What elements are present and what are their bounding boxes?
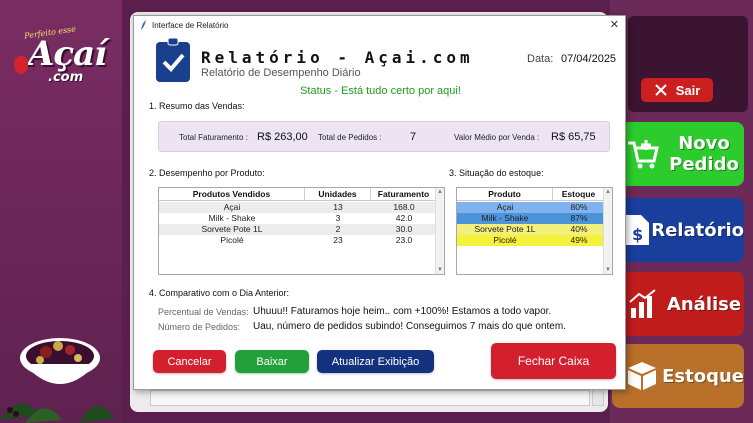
download-button[interactable]: Baixar	[235, 350, 309, 373]
column-header[interactable]: Unidades	[305, 188, 371, 200]
table-cell: 87%	[570, 213, 588, 223]
document-dollar-icon: $	[622, 209, 651, 251]
table-row[interactable]: Picolé 49%	[457, 235, 605, 246]
scroll-down-icon[interactable]: ▼	[437, 267, 443, 273]
strawberry-icon	[14, 56, 28, 74]
table-cell: Açai	[496, 202, 514, 212]
window-title: Interface de Relatório	[152, 20, 229, 30]
feather-icon	[141, 20, 146, 30]
table-scrollbar[interactable]: ▲ ▼	[603, 188, 612, 274]
table-row[interactable]: Sorvete Pote 1L 40%	[457, 224, 605, 235]
clipboard-check-icon	[156, 38, 190, 82]
column-header[interactable]: Estoque	[553, 188, 605, 200]
relatorio-button[interactable]: $ Relatório	[612, 198, 744, 262]
table-cell: Milk - Shake	[481, 213, 529, 223]
table-row[interactable]: Picolé 23 23.0	[159, 235, 437, 246]
novo-pedido-label: Novo Pedido	[669, 133, 739, 175]
table-cell: 3	[335, 213, 341, 223]
boxes-icon	[622, 355, 662, 397]
table-cell: Sorvete Pote 1L	[474, 224, 536, 234]
total-pedidos-label: Total de Pedidos :	[318, 133, 382, 142]
total-pedidos-value: 7	[410, 131, 417, 143]
refresh-view-button[interactable]: Atualizar Exibição	[317, 350, 434, 373]
percentual-vendas-text: Uhuuu!! Faturamos hoje heim.. com +100%!…	[253, 306, 552, 317]
table-row[interactable]: Sorvete Pote 1L 2 30.0	[159, 224, 437, 235]
total-faturamento-label: Total Faturamento :	[179, 133, 248, 142]
close-register-button[interactable]: Fechar Caixa	[491, 343, 616, 379]
column-header[interactable]: Faturamento	[371, 188, 437, 200]
product-performance-table[interactable]: Produtos Vendidos Unidades Faturamento A…	[158, 187, 445, 275]
bar-chart-icon	[622, 283, 664, 325]
table-cell: 23.0	[395, 235, 413, 245]
table-cell: 40%	[570, 224, 588, 234]
total-faturamento-value: R$ 263,00	[257, 131, 308, 143]
table-header: Produtos Vendidos Unidades Faturamento	[159, 188, 437, 201]
table-cell: 168.0	[393, 202, 415, 212]
brand-logo: Perfeito esse Açaí .com	[14, 24, 114, 88]
table-cell: 80%	[570, 202, 588, 212]
brand-name: Açaí	[28, 34, 107, 74]
novo-pedido-button[interactable]: Novo Pedido	[612, 122, 744, 186]
estoque-label: Estoque	[662, 365, 744, 387]
table-cell: Açai	[223, 202, 241, 212]
table-row[interactable]: Açai 13 168.0	[159, 202, 437, 213]
brand-suffix: .com	[48, 70, 84, 85]
window-close-icon[interactable]: ✕	[610, 18, 619, 31]
report-dialog: Interface de Relatório ✕ Relatório - Aça…	[133, 15, 626, 390]
percentual-vendas-label: Percentual de Vendas:	[158, 307, 249, 317]
valor-medio-label: Valor Médio por Venda :	[454, 133, 540, 142]
section-resumo-heading: 1. Resumo das Vendas:	[149, 101, 245, 111]
table-row[interactable]: Milk - Shake 87%	[457, 213, 605, 224]
table-cell: 23	[333, 235, 343, 245]
table-cell: Milk - Shake	[208, 213, 256, 223]
report-title: Relatório - Açai.com	[201, 48, 474, 67]
left-brand-panel: Perfeito esse Açaí .com	[0, 0, 122, 423]
report-subtitle: Relatório de Desempenho Diário	[201, 67, 361, 79]
estoque-button[interactable]: Estoque	[612, 344, 744, 408]
table-cell: Picolé	[493, 235, 517, 245]
sales-summary-panel: Total Faturamento : R$ 263,00 Total de P…	[158, 121, 610, 152]
background-list	[150, 390, 590, 406]
cancel-button[interactable]: Cancelar	[153, 350, 226, 373]
numero-pedidos-label: Número de Pedidos:	[158, 322, 241, 332]
svg-text:$: $	[632, 225, 643, 244]
scroll-down-icon[interactable]: ▼	[605, 267, 611, 273]
leaves-decoration	[0, 403, 115, 423]
table-cell: 30.0	[395, 224, 413, 234]
date-label: Data:	[527, 53, 554, 65]
scroll-up-icon[interactable]: ▲	[605, 189, 611, 195]
sair-label: Sair	[675, 82, 701, 98]
date-value: 07/04/2025	[561, 53, 617, 65]
analise-button[interactable]: Análise	[612, 272, 744, 336]
analise-label: Análise	[666, 293, 742, 315]
table-cell: 2	[335, 224, 341, 234]
table-cell: Picolé	[220, 235, 244, 245]
table-cell: 49%	[570, 235, 588, 245]
cart-icon	[622, 133, 664, 175]
relatorio-label: Relatório	[651, 219, 744, 241]
numero-pedidos-text: Uau, número de pedidos subindo! Consegui…	[253, 321, 566, 332]
scroll-up-icon[interactable]: ▲	[437, 189, 443, 195]
table-cell: 42.0	[395, 213, 413, 223]
sair-button[interactable]: Sair	[641, 78, 713, 102]
table-row[interactable]: Açai 80%	[457, 202, 605, 213]
section-desempenho-heading: 2. Desempenho por Produto:	[149, 168, 265, 178]
table-scrollbar[interactable]: ▲ ▼	[435, 188, 444, 274]
stock-table[interactable]: Produto Estoque Açai 80% Milk - Shake 87…	[456, 187, 613, 275]
table-cell: Sorvete Pote 1L	[201, 224, 263, 234]
column-header[interactable]: Produtos Vendidos	[159, 188, 305, 200]
table-cell: 13	[333, 202, 343, 212]
dialog-titlebar[interactable]: Interface de Relatório ✕	[134, 16, 625, 34]
valor-medio-value: R$ 65,75	[551, 131, 596, 143]
section-estoque-heading: 3. Situação do estoque:	[449, 168, 544, 178]
section-comparativo-heading: 4. Comparativo com o Dia Anterior:	[149, 288, 290, 298]
column-header[interactable]: Produto	[457, 188, 553, 200]
table-row[interactable]: Milk - Shake 3 42.0	[159, 213, 437, 224]
table-header: Produto Estoque	[457, 188, 605, 201]
status-message: Status - Está tudo certo por aqui!	[300, 85, 461, 97]
close-x-icon	[654, 84, 667, 96]
